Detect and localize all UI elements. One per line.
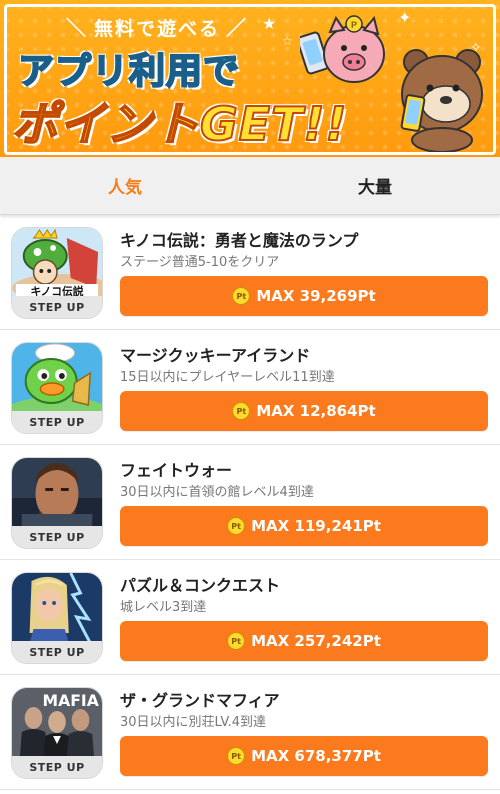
reward-button[interactable]: Pt MAX 678,377Pt [120,736,488,776]
mushroom-hero-icon: キノコ伝説 [12,228,102,298]
step-up-badge: STEP UP [12,411,102,433]
point-coin-icon: Pt [227,632,246,650]
reward-button[interactable]: Pt MAX 39,269Pt [120,276,488,316]
step-up-badge: STEP UP [12,296,102,318]
app-condition: 30日以内に首領の館レベル4到達 [120,485,314,500]
app-icon[interactable]: STEP UP [11,572,103,664]
reward-button[interactable]: Pt MAX 12,864Pt [120,391,488,431]
banner-headline-1: アプリ利用で [17,50,241,93]
warrior-portrait-icon [12,458,102,528]
app-title: パズル＆コンクエスト [120,576,281,595]
app-title: フェイトウォー [120,461,233,480]
reward-label: MAX 678,377Pt [251,747,381,765]
tab-popular[interactable]: 人気 [0,157,250,214]
step-up-badge: STEP UP [12,756,102,778]
reward-label: MAX 119,241Pt [251,517,381,535]
sparkle-icon: ✦ [398,8,412,27]
reward-label: MAX 12,864Pt [256,402,376,420]
bear-mascot-icon [400,49,483,152]
sparkle-icon: ★ [262,14,277,33]
reward-button[interactable]: Pt MAX 257,242Pt [120,621,488,661]
cookie-duck-icon [12,343,102,413]
reward-label: MAX 257,242Pt [251,632,381,650]
app-condition: 15日以内にプレイヤーレベル11到達 [120,370,335,385]
list-item[interactable]: STEP UP フェイトウォー 30日以内に首領の館レベル4到達 Pt MAX … [0,445,500,560]
sparkle-icon: ☆ [282,34,293,48]
point-coin-icon: Pt [227,517,246,535]
app-condition: 城レベル3到達 [120,600,207,615]
banner-headline-2: ポイントGET!! [11,96,348,152]
list-item[interactable]: キノコ伝説 STEP UP キノコ伝説：勇者と魔法のランプ ステージ普通5-10… [0,215,500,330]
step-up-badge: STEP UP [12,526,102,548]
app-icon[interactable]: キノコ伝説 STEP UP [11,227,103,319]
promo-banner[interactable]: ＼ 無料で遊べる／ アプリ利用で ポイントGET!! ★ ☆ ✦ ✧ P [0,0,500,157]
app-icon[interactable]: MAFIA STEP UP [11,687,103,779]
list-item[interactable]: STEP UP パズル＆コンクエスト 城レベル3到達 Pt MAX 257,24… [0,560,500,675]
app-title: ザ・グランドマフィア [120,691,280,710]
sorceress-portrait-icon [12,573,102,643]
list-item[interactable]: STEP UP マージクッキーアイランド 15日以内にプレイヤーレベル11到達 … [0,330,500,445]
point-coin-icon: Pt [232,287,251,305]
offer-list: キノコ伝説 STEP UP キノコ伝説：勇者と魔法のランプ ステージ普通5-10… [0,215,500,790]
step-up-badge: STEP UP [12,641,102,663]
list-item[interactable]: MAFIA STEP UP ザ・グランドマフィア 30日以内に別荘LV.4到達 … [0,675,500,790]
tab-bar: 人気 大量 [0,157,500,215]
app-condition: 30日以内に別荘LV.4到達 [120,715,266,730]
svg-text:P: P [351,20,357,30]
app-icon[interactable]: STEP UP [11,457,103,549]
tab-large[interactable]: 大量 [250,157,500,214]
svg-text:MAFIA: MAFIA [43,691,100,710]
reward-button[interactable]: Pt MAX 119,241Pt [120,506,488,546]
point-coin-icon: Pt [232,402,251,420]
pig-mascot-icon: P [300,15,385,83]
app-title: マージクッキーアイランド [120,346,311,365]
mafia-men-icon: MAFIA [12,688,102,758]
app-icon[interactable]: STEP UP [11,342,103,434]
point-coin-icon: Pt [227,747,246,765]
app-title: キノコ伝説：勇者と魔法のランプ [120,231,359,250]
reward-label: MAX 39,269Pt [256,287,376,305]
app-condition: ステージ普通5-10をクリア [120,255,280,270]
banner-subtitle: ＼ 無料で遊べる／ [66,16,249,40]
